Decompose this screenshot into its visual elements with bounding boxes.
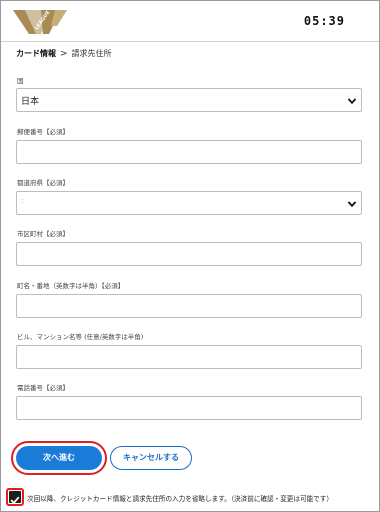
building-input[interactable] xyxy=(16,345,362,369)
street-label: 町名・番地（英数字は半角）【必須】 xyxy=(17,282,125,290)
prefecture-label: 都道府県【必須】 xyxy=(17,179,69,187)
city-label: 市区町村【必須】 xyxy=(17,230,69,238)
chevron-down-icon xyxy=(347,201,357,208)
skip-input-checkbox[interactable] xyxy=(9,491,21,505)
country-selected-value: 日本 xyxy=(21,97,40,107)
chevron-down-icon xyxy=(347,98,357,105)
header: LEAGUE 05:39 xyxy=(1,1,379,41)
checkmark-icon xyxy=(10,496,20,505)
street-input[interactable] xyxy=(16,294,362,318)
breadcrumb-separator: > xyxy=(60,48,68,59)
session-timer: 05:39 xyxy=(303,14,345,28)
building-label: ビル、マンション名等 (任意/英数字は半角) xyxy=(17,333,144,341)
postal-code-input[interactable] xyxy=(16,140,362,164)
postal-code-label: 郵便番号【必須】 xyxy=(17,128,69,136)
country-select[interactable]: 日本 xyxy=(16,88,362,112)
skip-input-label[interactable]: 次回以降、クレジットカード情報と請求先住所の入力を省略します。（決済前に確認・変… xyxy=(27,493,333,503)
breadcrumb-current: カード情報 xyxy=(16,49,56,58)
cancel-button[interactable]: キャンセルする xyxy=(110,446,192,470)
header-divider xyxy=(1,41,379,42)
country-label: 国 xyxy=(17,77,24,85)
breadcrumb-next: 請求先住所 xyxy=(71,49,112,58)
breadcrumb: カード情報 > 請求先住所 xyxy=(16,48,112,59)
phone-label: 電話番号【必須】 xyxy=(17,384,69,392)
city-input[interactable] xyxy=(16,242,362,266)
prefecture-selected-value: : xyxy=(21,196,24,205)
prefecture-select[interactable]: : xyxy=(16,191,362,215)
next-button[interactable]: 次へ進む xyxy=(11,441,107,475)
league-logo: LEAGUE xyxy=(13,9,67,34)
phone-input[interactable] xyxy=(16,396,362,420)
